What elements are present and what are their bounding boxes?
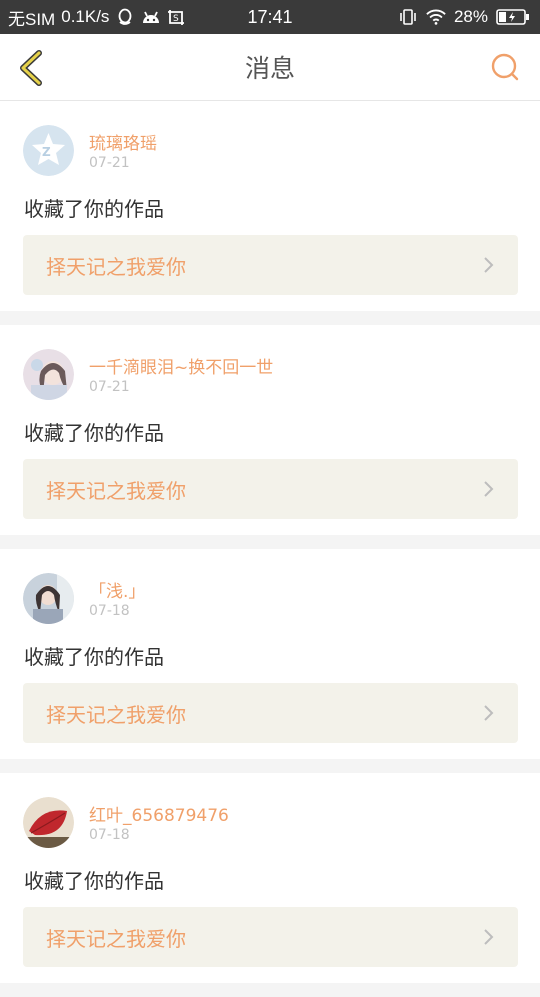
work-link[interactable]: 择天记之我爱你	[23, 683, 518, 743]
chevron-right-icon	[484, 705, 494, 721]
svg-text:Z: Z	[42, 145, 51, 159]
avatar[interactable]	[23, 573, 74, 624]
message-list: Z 琉璃珞瑶 07-21 收藏了你的作品 择天记之我爱你 一千滴眼泪~换不回一世…	[0, 101, 540, 997]
username[interactable]: 「浅.」	[89, 577, 145, 602]
search-button[interactable]	[488, 50, 522, 84]
girl-photo-avatar-icon	[23, 573, 74, 624]
message-date: 07-21	[89, 155, 130, 171]
username[interactable]: 红叶_656879476	[89, 801, 229, 826]
chevron-left-icon	[20, 50, 42, 86]
username[interactable]: 一千滴眼泪~换不回一世	[89, 353, 273, 378]
avatar[interactable]: Z	[23, 125, 74, 176]
qzone-default-avatar-icon: Z	[23, 125, 74, 176]
page-title: 消息	[244, 54, 295, 83]
message-card: 一千滴眼泪~换不回一世 07-21 收藏了你的作品 择天记之我爱你	[0, 325, 540, 535]
chevron-right-icon	[484, 481, 494, 497]
girl-photo-avatar-icon	[23, 349, 74, 400]
message-date: 07-18	[89, 603, 130, 619]
message-date: 07-18	[89, 827, 130, 843]
search-icon	[491, 53, 519, 81]
action-text: 收藏了你的作品	[24, 869, 164, 893]
header-bar: 消息	[0, 34, 540, 101]
action-text: 收藏了你的作品	[24, 645, 164, 669]
battery-charging-icon	[496, 7, 530, 27]
username[interactable]: 琉璃珞瑶	[89, 129, 157, 154]
avatar[interactable]	[23, 349, 74, 400]
work-title: 择天记之我爱你	[46, 702, 186, 727]
work-title: 择天记之我爱你	[46, 254, 186, 279]
chevron-right-icon	[484, 257, 494, 273]
message-date: 07-21	[89, 379, 130, 395]
status-right: 28%	[398, 0, 530, 34]
message-card: 「浅.」 07-18 收藏了你的作品 择天记之我爱你	[0, 549, 540, 759]
status-bar: 无SIM 0.1K/s S 17:41 28%	[0, 0, 540, 34]
action-text: 收藏了你的作品	[24, 421, 164, 445]
work-link[interactable]: 择天记之我爱你	[23, 459, 518, 519]
action-text: 收藏了你的作品	[24, 197, 164, 221]
work-link[interactable]: 择天记之我爱你	[23, 235, 518, 295]
wifi-icon	[426, 7, 446, 27]
back-button[interactable]	[12, 48, 50, 88]
vibrate-icon	[398, 7, 418, 27]
message-card: Z 琉璃珞瑶 07-21 收藏了你的作品 择天记之我爱你	[0, 101, 540, 311]
work-title: 择天记之我爱你	[46, 478, 186, 503]
avatar[interactable]	[23, 797, 74, 848]
chevron-right-icon	[484, 929, 494, 945]
message-card: 红叶_656879476 07-18 收藏了你的作品 择天记之我爱你	[0, 773, 540, 983]
red-leaf-avatar-icon	[23, 797, 74, 848]
work-title: 择天记之我爱你	[46, 926, 186, 951]
battery-percent: 28%	[453, 7, 488, 26]
work-link[interactable]: 择天记之我爱你	[23, 907, 518, 967]
